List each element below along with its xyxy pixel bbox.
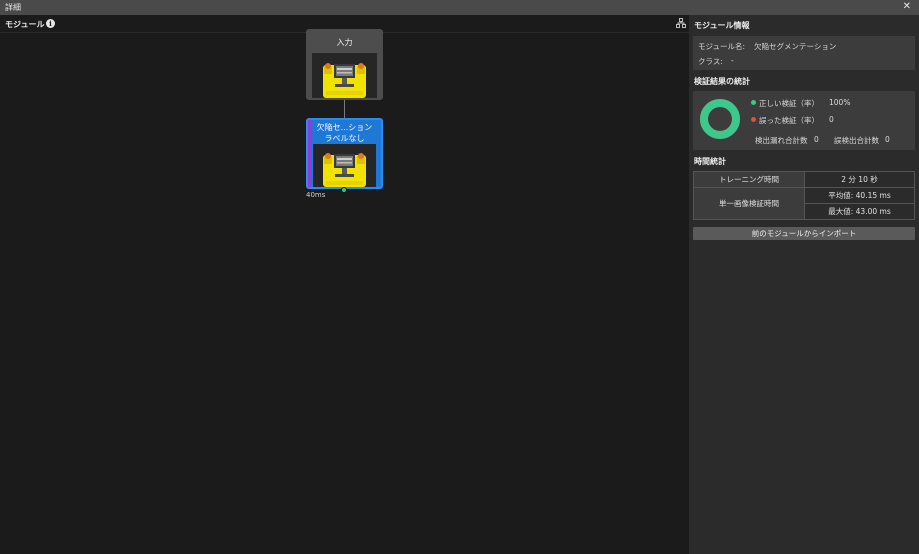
details-side-panel: モジュール情報 モジュール名: 欠陥セグメンテーション クラス: - 検証結果の… bbox=[689, 15, 919, 554]
hierarchy-icon[interactable] bbox=[676, 18, 686, 28]
wrong-legend-dot bbox=[751, 117, 756, 122]
accuracy-donut-chart bbox=[700, 99, 740, 139]
false-detection-label: 誤検出合計数 bbox=[834, 136, 879, 145]
window-title: 詳細 bbox=[5, 3, 21, 12]
segmentation-node-title-line2: ラベルなし bbox=[324, 134, 365, 143]
wrong-value: 0 bbox=[829, 115, 834, 124]
module-name-value: 欠陥セグメンテーション bbox=[754, 42, 837, 51]
donut-correct-arc bbox=[700, 99, 740, 139]
false-detection-value: 0 bbox=[885, 135, 890, 144]
single-image-time-row: 単一画像検証時間 平均値: 40.15 ms bbox=[693, 187, 915, 220]
missed-label: 検出漏れ合計数 bbox=[755, 136, 808, 145]
correct-legend-dot bbox=[751, 100, 756, 105]
title-bar: 詳細 ✕ bbox=[0, 0, 919, 15]
segmentation-node-title: 欠陥セ...ション ラベルなし bbox=[308, 122, 381, 144]
max-time-value: 最大値: 43.00 ms bbox=[804, 203, 915, 220]
single-image-time-label: 単一画像検証時間 bbox=[693, 187, 805, 220]
class-label: クラス: bbox=[698, 57, 723, 66]
validation-stats-box: 正しい検証（率） 100% 誤った検証（率） 0 検出漏れ合計数 0 誤検出合計… bbox=[693, 91, 915, 150]
input-node-title: 入力 bbox=[336, 38, 353, 47]
segmentation-thumbnail-image bbox=[313, 144, 376, 187]
training-time-value: 2 分 10 秒 bbox=[804, 171, 915, 188]
info-icon[interactable]: i bbox=[46, 19, 55, 28]
close-icon[interactable]: ✕ bbox=[903, 1, 911, 13]
module-info-box: モジュール名: 欠陥セグメンテーション クラス: - bbox=[693, 36, 915, 70]
class-value: - bbox=[731, 56, 734, 65]
time-stats-table: トレーニング時間 2 分 10 秒 単一画像検証時間 平均値: 40.15 ms… bbox=[693, 171, 915, 220]
wrong-label: 誤った検証（率） bbox=[759, 116, 819, 125]
import-from-previous-module-button[interactable]: 前のモジュールからインポート bbox=[693, 227, 915, 240]
missed-value: 0 bbox=[814, 135, 819, 144]
inference-time-label: 40ms bbox=[306, 191, 326, 199]
correct-value: 100% bbox=[829, 98, 851, 107]
training-time-label: トレーニング時間 bbox=[693, 171, 805, 188]
input-thumbnail-image bbox=[312, 53, 377, 98]
defect-segmentation-node[interactable]: 欠陥セ...ション ラベルなし bbox=[306, 118, 383, 189]
output-port-handle[interactable] bbox=[341, 187, 347, 193]
time-stats-title: 時間統計 bbox=[694, 157, 726, 166]
correct-label: 正しい検証（率） bbox=[759, 99, 819, 108]
segmentation-node-title-line1: 欠陥セ...ション bbox=[316, 123, 373, 132]
input-node[interactable]: 入力 bbox=[306, 29, 383, 100]
validation-stats-title: 検証結果の統計 bbox=[694, 77, 750, 86]
node-connector bbox=[344, 100, 345, 118]
module-name-label: モジュール名: bbox=[698, 42, 746, 51]
module-info-title: モジュール情報 bbox=[694, 21, 750, 30]
average-time-value: 平均値: 40.15 ms bbox=[804, 187, 915, 204]
module-panel-label: モジュール bbox=[5, 20, 45, 29]
training-time-row: トレーニング時間 2 分 10 秒 bbox=[693, 171, 915, 188]
